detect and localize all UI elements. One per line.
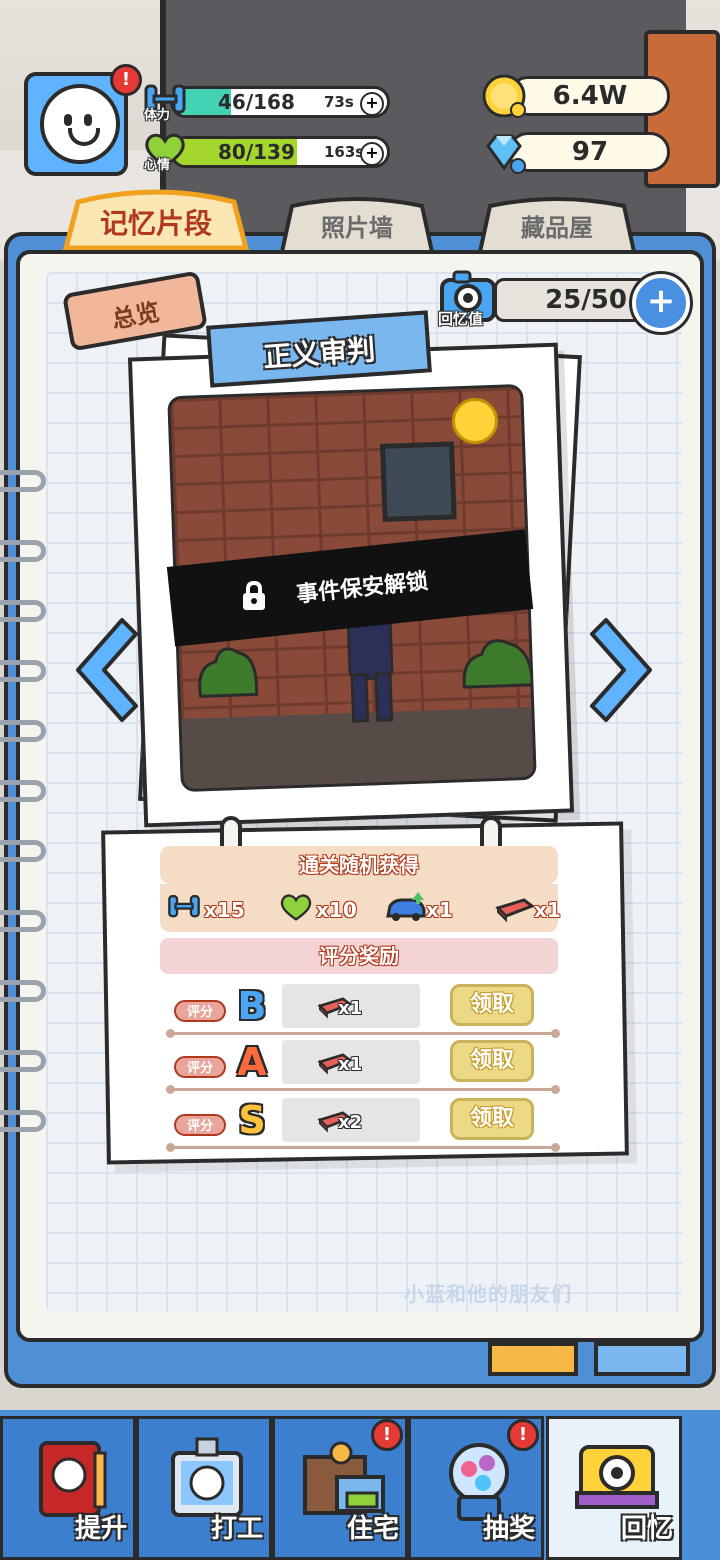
mood-timer: 163s <box>324 143 365 161</box>
score-tag: 评分 <box>174 1056 226 1078</box>
binder-ring <box>0 780 46 802</box>
mood-bar[interactable]: 心情 80/139 163s + <box>140 132 390 173</box>
coins-counter[interactable]: 6.4W <box>480 72 670 118</box>
avatar-face <box>40 84 120 164</box>
binder-ring <box>0 540 46 562</box>
gems-counter[interactable]: 97 <box>480 128 670 174</box>
nav-upgrade[interactable]: 提升 <box>0 1416 136 1560</box>
tab-collection-label: 藏品屋 <box>521 214 593 242</box>
binder-ring <box>0 600 46 622</box>
score-row: 评分 Ax1 领取 <box>166 1040 560 1094</box>
nav-label: 打工 <box>210 1514 263 1544</box>
score-divider <box>166 1085 560 1094</box>
score-reward-qty: x2 <box>338 1112 363 1133</box>
car-upgrade-icon <box>386 892 426 921</box>
reward-mood-qty: x10 <box>316 898 357 922</box>
chevron-left-icon[interactable] <box>64 612 142 728</box>
binder-ring <box>0 470 46 492</box>
score-rewards-header: 评分奖励 <box>160 938 558 974</box>
alert-icon: ! <box>507 1419 539 1451</box>
reward-brick-qty: x1 <box>534 898 561 922</box>
dumbbell-icon <box>168 895 200 918</box>
claim-button[interactable]: 领取 <box>450 1098 534 1140</box>
binder-ring <box>0 910 46 932</box>
score-divider <box>166 1029 560 1038</box>
claim-button[interactable]: 领取 <box>450 984 534 1026</box>
avatar-eye-left <box>64 114 72 126</box>
reward-car-qty: x1 <box>426 898 453 922</box>
tab-collection[interactable]: 藏品屋 <box>474 188 640 256</box>
binder-ring <box>0 1110 46 1132</box>
mood-value: 80/139 <box>218 140 295 164</box>
avatar-mouth <box>68 128 100 146</box>
binder-ring <box>0 840 46 862</box>
nav-work[interactable]: 打工 <box>136 1416 272 1560</box>
bush-right <box>462 639 535 689</box>
memory-counter: 回忆值 25/50 + <box>436 266 690 332</box>
memory-icon-label: 回忆值 <box>438 310 484 328</box>
heart-icon <box>280 894 312 921</box>
binder-ring <box>0 1050 46 1072</box>
mood-label: 心情 <box>144 158 171 173</box>
avatar-alert-icon: ! <box>110 64 142 96</box>
reward-car: x1 <box>384 890 464 924</box>
score-reward-qty: x1 <box>338 1054 363 1075</box>
binder-ring <box>0 720 46 742</box>
claim-button[interactable]: 领取 <box>450 1040 534 1082</box>
mood-plus-button[interactable]: + <box>360 142 384 166</box>
binder-ring <box>0 660 46 682</box>
avatar-eye-right <box>84 114 92 126</box>
chevron-right-icon[interactable] <box>586 612 664 728</box>
photo-window <box>379 441 457 522</box>
footer-text: 小蓝和他的朋友们 <box>404 1282 572 1306</box>
nav-label: 回忆 <box>620 1514 673 1544</box>
reward-brick: x1 <box>494 890 561 924</box>
score-grade: B <box>237 984 267 1028</box>
stamina-plus-button[interactable]: + <box>360 92 384 116</box>
nav-home[interactable]: 住宅! <box>272 1416 408 1560</box>
score-reward-qty: x1 <box>338 998 363 1019</box>
brick-icon <box>495 898 536 923</box>
nav-gacha[interactable]: 抽奖! <box>408 1416 544 1560</box>
reward-stamina-qty: x15 <box>204 898 245 922</box>
nav-label: 抽奖 <box>482 1514 535 1544</box>
nav-label: 提升 <box>74 1514 127 1544</box>
score-divider <box>166 1143 560 1152</box>
score-row: 评分 Sx2 领取 <box>166 1098 560 1152</box>
score-tag: 评分 <box>174 1000 226 1022</box>
binder-ring <box>0 980 46 1002</box>
reward-mood: x10 <box>276 890 366 924</box>
memory-plus-button[interactable]: + <box>632 274 690 332</box>
nav-memory[interactable]: 回忆 <box>546 1416 682 1560</box>
score-tag: 评分 <box>174 1114 226 1136</box>
photo-coin-icon <box>452 398 498 444</box>
tab-photo-label: 照片墙 <box>321 214 393 242</box>
reward-stamina: x15 <box>162 890 252 924</box>
stamina-value: 46/168 <box>218 90 295 114</box>
photo-title: 正义审判 <box>262 333 377 374</box>
gems-value: 97 <box>571 137 609 167</box>
stamina-bar[interactable]: 体力 46/168 73s + <box>140 82 390 123</box>
page-ribbon-blue <box>594 1342 690 1376</box>
bush-left <box>198 647 259 698</box>
score-grade: S <box>238 1098 266 1142</box>
tab-memory-label: 记忆片段 <box>99 207 212 240</box>
lock-icon <box>243 580 265 610</box>
tab-memory-fragments[interactable]: 记忆片段 <box>58 188 254 256</box>
page-ribbon-orange <box>488 1342 578 1376</box>
stamina-timer: 73s <box>324 93 354 111</box>
tab-photo-wall[interactable]: 照片墙 <box>276 188 438 256</box>
score-grade: A <box>237 1040 267 1084</box>
clear-rewards-header: 通关随机获得 <box>160 846 558 884</box>
stamina-label: 体力 <box>144 108 171 123</box>
nav-label: 住宅 <box>346 1514 399 1544</box>
score-row: 评分 Bx1 领取 <box>166 984 560 1038</box>
alert-icon: ! <box>371 1419 403 1451</box>
coins-value: 6.4W <box>552 81 628 111</box>
